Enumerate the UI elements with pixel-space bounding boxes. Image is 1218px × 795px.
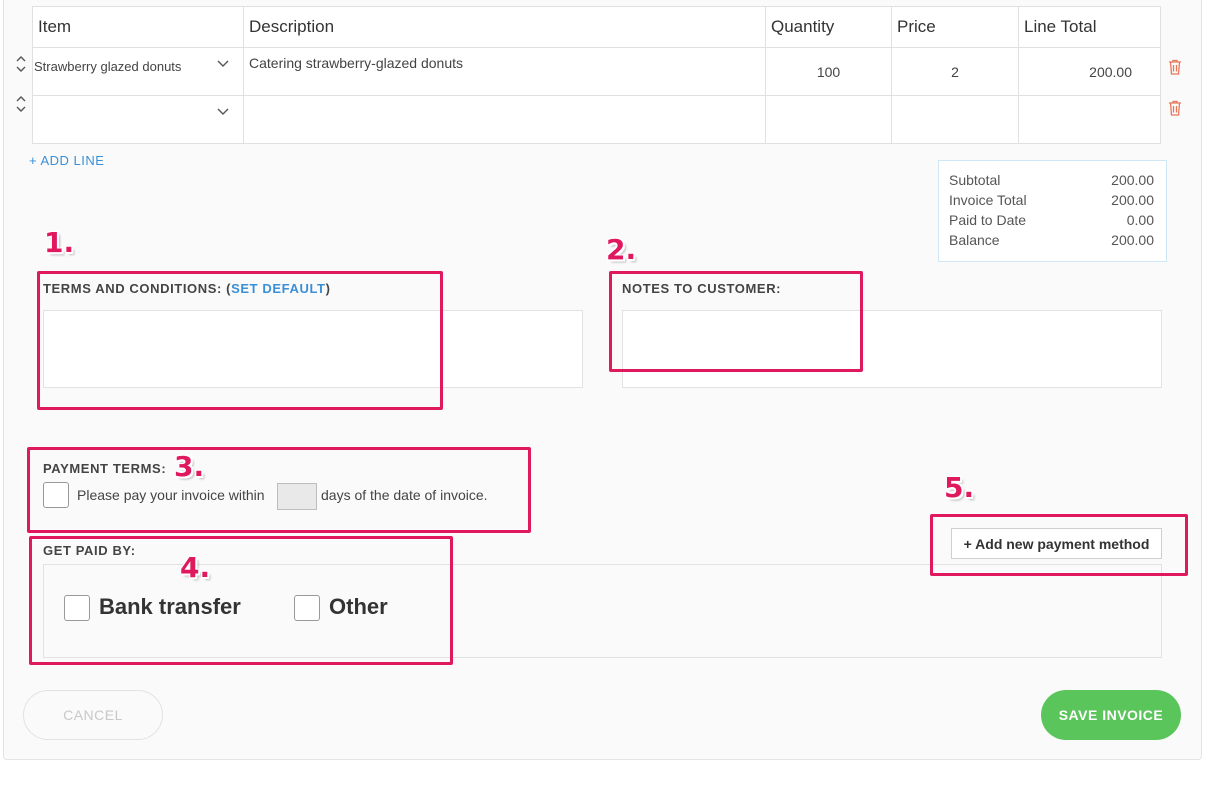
summary-value: 200.00 — [1111, 232, 1154, 248]
col-header-line-total: Line Total — [1018, 6, 1161, 48]
annotation-number-4: 4. — [180, 551, 211, 584]
annotation-number-5: 5. — [944, 471, 975, 504]
summary-label: Subtotal — [949, 172, 1001, 188]
summary-label: Balance — [949, 232, 1000, 248]
description-field[interactable]: Catering strawberry-glazed donuts — [243, 47, 766, 96]
highlight-box-4 — [29, 536, 453, 665]
table-row: Strawberry glazed donuts Catering strawb… — [32, 47, 1161, 96]
summary-label: Invoice Total — [949, 192, 1027, 208]
summary-label: Paid to Date — [949, 212, 1027, 228]
trash-icon[interactable] — [1168, 59, 1182, 75]
invoice-summary: Subtotal 200.00 Invoice Total 200.00 Pai… — [938, 160, 1167, 262]
item-select[interactable] — [32, 95, 244, 144]
trash-icon[interactable] — [1168, 100, 1182, 116]
line-total-value: 200.00 — [1018, 47, 1161, 96]
annotation-number-2: 2. — [606, 233, 637, 266]
summary-row-subtotal: Subtotal 200.00 — [949, 172, 1154, 188]
line-total-value — [1018, 95, 1161, 144]
highlight-box-2 — [609, 271, 863, 372]
col-header-price: Price — [891, 6, 1019, 48]
quantity-field[interactable] — [765, 95, 892, 144]
summary-row-paid-to-date: Paid to Date 0.00 — [949, 212, 1154, 228]
item-value: Strawberry glazed donuts — [34, 59, 182, 74]
col-header-description: Description — [243, 6, 766, 48]
summary-row-balance: Balance 200.00 — [949, 232, 1154, 248]
summary-row-invoice-total: Invoice Total 200.00 — [949, 192, 1154, 208]
reorder-arrows-icon[interactable] — [14, 94, 28, 114]
chevron-down-icon[interactable] — [217, 60, 229, 68]
highlight-box-3 — [27, 447, 531, 533]
annotation-number-3: 3. — [174, 450, 205, 483]
table-header-row: Item Description Quantity Price Line Tot… — [32, 6, 1161, 48]
description-field[interactable] — [243, 95, 766, 144]
price-field[interactable]: 2 — [891, 47, 1019, 96]
highlight-box-1 — [37, 271, 443, 410]
item-select[interactable]: Strawberry glazed donuts — [32, 47, 244, 96]
add-line-link[interactable]: + ADD LINE — [29, 153, 104, 168]
summary-value: 200.00 — [1111, 192, 1154, 208]
save-invoice-button[interactable]: SAVE INVOICE — [1041, 690, 1181, 740]
price-field[interactable] — [891, 95, 1019, 144]
col-header-quantity: Quantity — [765, 6, 892, 48]
table-row — [32, 95, 1161, 144]
line-items-table: Item Description Quantity Price Line Tot… — [32, 6, 1161, 144]
summary-value: 200.00 — [1111, 172, 1154, 188]
chevron-down-icon[interactable] — [217, 108, 229, 116]
summary-value: 0.00 — [1126, 212, 1154, 228]
highlight-box-5 — [930, 514, 1188, 576]
col-header-item: Item — [32, 6, 244, 48]
cancel-button[interactable]: CANCEL — [23, 690, 163, 740]
reorder-arrows-icon[interactable] — [14, 54, 28, 74]
quantity-field[interactable]: 100 — [765, 47, 892, 96]
annotation-number-1: 1. — [44, 226, 75, 259]
